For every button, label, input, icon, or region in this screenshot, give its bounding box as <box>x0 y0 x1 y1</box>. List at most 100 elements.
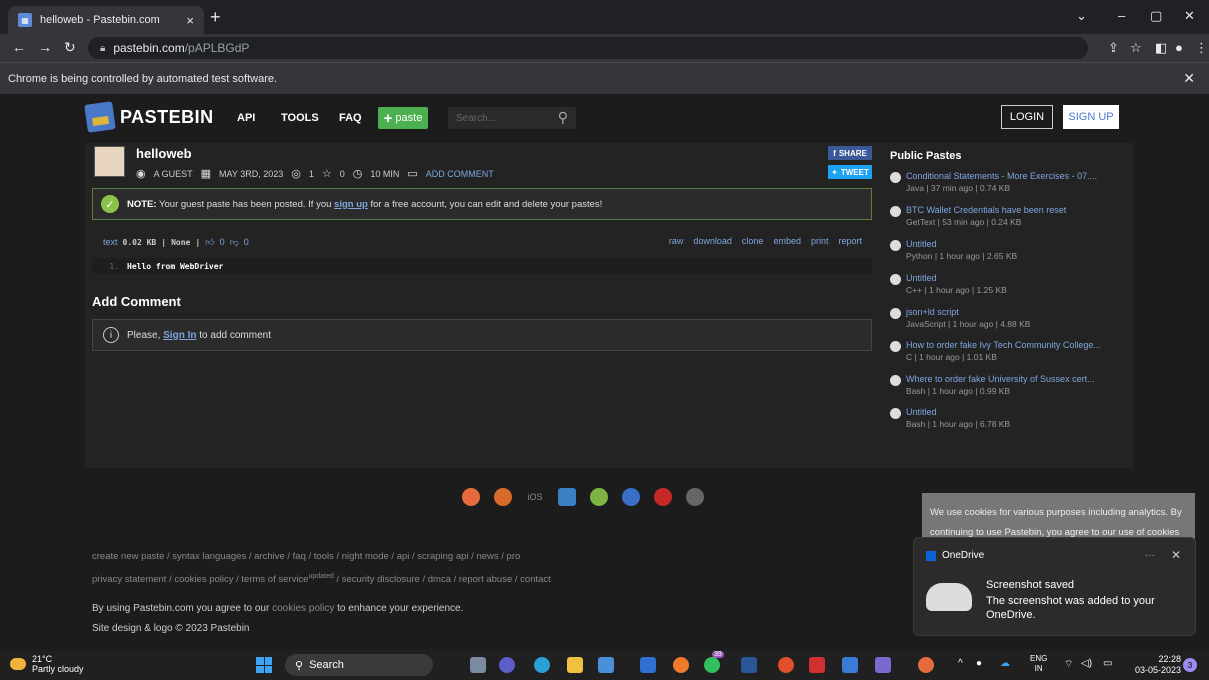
report-link[interactable]: report <box>838 236 862 246</box>
list-item[interactable]: Untitled C++ | 1 hour ago | 1.25 KB <box>890 273 1130 295</box>
raw-link[interactable]: raw <box>669 236 684 246</box>
opera-app-icon[interactable] <box>654 488 672 506</box>
list-item[interactable]: json+ld script JavaScript | 1 hour ago | … <box>890 307 1130 329</box>
public-paste-title[interactable]: Untitled <box>906 273 1007 283</box>
file-explorer-icon[interactable] <box>567 657 583 673</box>
task-view-icon[interactable] <box>470 657 486 673</box>
android-app-icon[interactable] <box>590 488 608 506</box>
colorful-app-icon[interactable] <box>778 657 794 673</box>
syntax-link[interactable]: text <box>103 237 118 247</box>
new-paste-button[interactable]: + paste <box>378 107 428 129</box>
windows-app-icon[interactable] <box>558 488 576 506</box>
public-paste-title[interactable]: json+ld script <box>906 307 1030 317</box>
list-item[interactable]: Conditional Statements - More Exercises … <box>890 171 1130 193</box>
search-input[interactable]: Search... ⚲ <box>448 107 576 129</box>
start-icon[interactable] <box>256 657 272 673</box>
sign-in-link[interactable]: Sign In <box>163 330 196 341</box>
edge-icon[interactable] <box>534 657 550 673</box>
back-icon[interactable]: ← <box>12 39 26 55</box>
onedrive-toast[interactable]: OneDrive ··· ✕ Screenshot saved The scre… <box>913 537 1196 636</box>
chrome-app-icon[interactable] <box>462 488 480 506</box>
list-item[interactable]: Untitled Python | 1 hour ago | 2.65 KB <box>890 239 1130 261</box>
infobar-close-icon[interactable]: ✕ <box>1183 70 1195 87</box>
public-paste-title[interactable]: Where to order fake University of Sussex… <box>906 374 1095 384</box>
word-icon[interactable] <box>741 657 757 673</box>
login-button[interactable]: LOGIN <box>1001 105 1053 129</box>
thumbs-down-icon[interactable]: 👎︎ <box>230 237 239 248</box>
volume-icon[interactable]: ◁) <box>1081 658 1092 669</box>
language-indicator[interactable]: ENG IN <box>1030 654 1047 674</box>
signup-button[interactable]: SIGN UP <box>1063 105 1119 129</box>
launcher-icon[interactable] <box>640 657 656 673</box>
chrome-taskbar-icon[interactable] <box>918 657 934 673</box>
more-options-icon[interactable]: ··· <box>1145 550 1155 561</box>
public-paste-title[interactable]: Conditional Statements - More Exercises … <box>906 171 1097 181</box>
menu-api[interactable]: API <box>237 112 255 124</box>
tray-chevron-icon[interactable]: ^ <box>958 658 963 669</box>
snipping-tool-icon[interactable] <box>875 657 891 673</box>
menu-tools[interactable]: TOOLS <box>281 112 319 124</box>
wps-icon[interactable] <box>809 657 825 673</box>
restore-icon[interactable]: ▢ <box>1150 8 1162 24</box>
firefox-icon[interactable] <box>673 657 689 673</box>
ios-app-icon[interactable]: iOS <box>526 492 544 502</box>
taskbar-search[interactable]: ⚲ Search <box>285 654 433 676</box>
tab-close-icon[interactable]: × <box>186 13 194 28</box>
public-paste-title[interactable]: Untitled <box>906 239 1017 249</box>
tweet-button[interactable]: ✦ TWEET <box>828 165 872 179</box>
share-page-icon[interactable]: ⇪ <box>1108 40 1119 56</box>
public-paste-title[interactable]: BTC Wallet Credentials have been reset <box>906 205 1066 215</box>
clock[interactable]: 22:28 03-05-2023 <box>1135 654 1181 676</box>
window-close-icon[interactable]: ✕ <box>1184 8 1195 24</box>
print-link[interactable]: print <box>811 236 829 246</box>
linux-app-icon[interactable] <box>686 488 704 506</box>
search-placeholder: Search... <box>456 112 497 124</box>
search-icon[interactable]: ⚲ <box>558 109 568 126</box>
chrome-menu-icon[interactable]: ⋮ <box>1195 40 1208 56</box>
onedrive-tray-icon[interactable]: ☁ <box>1000 658 1010 669</box>
add-comment-link[interactable]: ADD COMMENT <box>426 169 494 179</box>
forward-icon[interactable]: → <box>38 39 52 55</box>
tab-search-chevron-icon[interactable]: ⌄ <box>1076 8 1087 24</box>
list-item[interactable]: How to order fake Ivy Tech Community Col… <box>890 340 1130 362</box>
pastebin-logo[interactable]: PASTEBIN <box>84 101 214 133</box>
list-item[interactable]: Where to order fake University of Sussex… <box>890 374 1130 396</box>
teams-icon[interactable] <box>499 657 515 673</box>
side-panel-icon[interactable]: ◧ <box>1155 40 1167 56</box>
whatsapp-icon[interactable]: 39 <box>704 651 724 673</box>
profile-icon[interactable]: ● <box>1175 40 1183 55</box>
embed-link[interactable]: embed <box>773 236 801 246</box>
new-tab-icon[interactable]: + <box>210 8 221 26</box>
minimize-icon[interactable]: – <box>1118 8 1125 23</box>
photos-icon[interactable] <box>842 657 858 673</box>
footer-links[interactable]: create new paste / syntax languages / ar… <box>92 547 812 590</box>
signup-link[interactable]: sign up <box>334 199 368 210</box>
clone-link[interactable]: clone <box>742 236 764 246</box>
browser-tab[interactable]: ▦ helloweb - Pastebin.com × <box>8 6 204 34</box>
menu-faq[interactable]: FAQ <box>339 112 362 124</box>
thumbs-up-icon[interactable]: 👍︎ <box>205 237 214 248</box>
footer-links-line1[interactable]: create new paste / syntax languages / ar… <box>92 547 812 567</box>
share-button[interactable]: f SHARE <box>828 146 872 160</box>
weather-widget[interactable]: 21°C Partly cloudy <box>10 654 84 674</box>
download-link[interactable]: download <box>693 236 732 246</box>
address-bar[interactable]: 🔒︎ pastebin.com/pAPLBGdP <box>88 37 1088 59</box>
wifi-icon[interactable]: ⌔ <box>1064 658 1073 671</box>
bookmark-star-icon[interactable]: ☆ <box>1130 40 1142 56</box>
reload-icon[interactable]: ↻ <box>64 39 76 56</box>
notification-badge[interactable]: 3 <box>1183 658 1197 672</box>
macos-app-icon[interactable] <box>622 488 640 506</box>
list-item[interactable]: Untitled Bash | 1 hour ago | 6.78 KB <box>890 407 1130 429</box>
firefox-app-icon[interactable] <box>494 488 512 506</box>
public-paste-meta: C++ | 1 hour ago | 1.25 KB <box>906 285 1007 295</box>
toast-close-icon[interactable]: ✕ <box>1171 548 1181 562</box>
public-paste-title[interactable]: Untitled <box>906 407 1010 417</box>
footer-links-line2[interactable]: privacy statement / cookies policy / ter… <box>92 567 812 590</box>
list-item[interactable]: BTC Wallet Credentials have been reset Ge… <box>890 205 1130 227</box>
store-icon[interactable] <box>598 657 614 673</box>
tray-app-icon[interactable]: ● <box>976 658 982 669</box>
public-pastes-heading: Public Pastes <box>890 150 962 162</box>
cookies-policy-link[interactable]: cookies policy <box>272 603 334 614</box>
public-paste-title[interactable]: How to order fake Ivy Tech Community Col… <box>906 340 1101 350</box>
battery-icon[interactable]: ▭ <box>1103 658 1112 669</box>
